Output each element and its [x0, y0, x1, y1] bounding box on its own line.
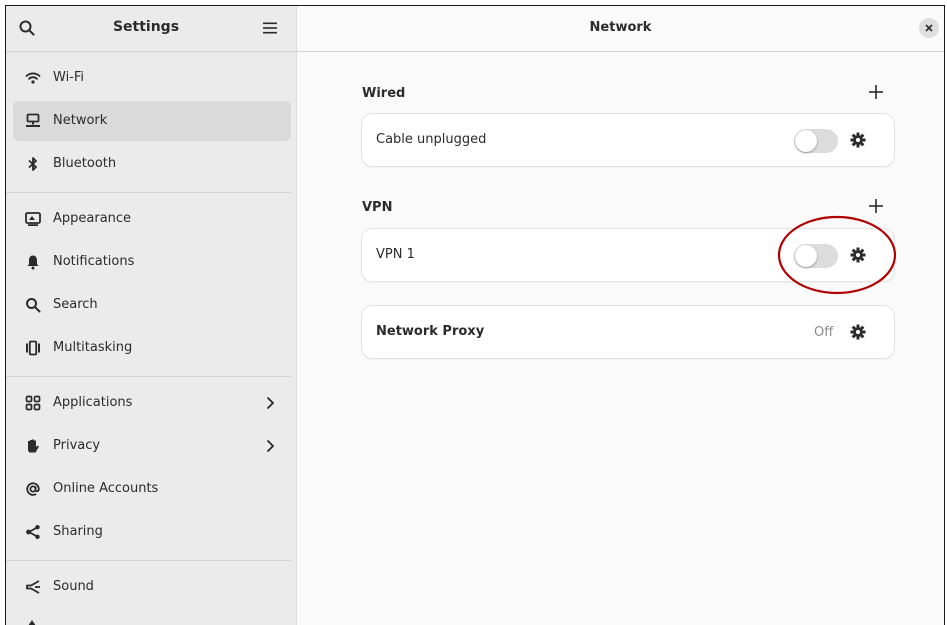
wired-toggle[interactable] — [794, 129, 838, 153]
sidebar-item-bluetooth[interactable]: Bluetooth — [13, 144, 291, 184]
sidebar-separator — [6, 376, 291, 377]
gear-icon[interactable] — [850, 324, 866, 340]
close-button[interactable] — [919, 18, 939, 38]
gear-icon[interactable] — [850, 132, 866, 148]
chevron-right-icon — [266, 439, 275, 453]
bluetooth-icon — [28, 157, 37, 171]
wired-status-label: Cable unplugged — [376, 132, 487, 147]
wired-section-title: Wired — [362, 86, 406, 101]
main-panel: Network Wired Cable unplugged VPN VPN 1 … — [297, 6, 944, 625]
sidebar-title: Settings — [112, 19, 180, 35]
sidebar-item-label: Online Accounts — [53, 481, 159, 496]
vpn-connection-row: VPN 1 — [362, 229, 894, 281]
vpn-toggle[interactable] — [794, 244, 838, 268]
sidebar-item-notifications[interactable]: Notifications — [13, 242, 291, 282]
wired-connection-row: Cable unplugged — [362, 114, 894, 166]
speaker-icon — [26, 580, 40, 594]
sidebar-item-multitasking[interactable]: Multitasking — [13, 328, 291, 368]
main-header: Network — [297, 6, 944, 52]
sidebar-item-label: Appearance — [53, 211, 132, 226]
hand-icon — [28, 439, 39, 453]
chevron-right-icon — [266, 396, 275, 410]
multitasking-icon — [26, 340, 40, 356]
sidebar-item-label: Network — [53, 113, 108, 128]
sidebar-header: Settings — [6, 6, 296, 52]
sidebar-separator — [6, 560, 291, 561]
sidebar-item-sound[interactable]: Sound — [13, 567, 291, 607]
add-vpn-button[interactable] — [866, 196, 886, 216]
toggle-knob — [795, 130, 817, 152]
power-icon — [28, 620, 36, 625]
network-icon — [26, 113, 40, 127]
sidebar-separator — [6, 192, 291, 193]
sidebar-item-wifi[interactable]: Wi-Fi — [13, 58, 291, 98]
sidebar-item-network[interactable]: Network — [13, 101, 291, 141]
sidebar-item-label: Multitasking — [53, 340, 133, 355]
network-proxy-row[interactable]: Network Proxy Off — [362, 306, 894, 358]
share-icon — [26, 525, 40, 539]
proxy-status-text: Off — [814, 325, 834, 340]
vpn-section-title: VPN — [362, 200, 393, 215]
close-icon — [925, 24, 933, 32]
sidebar-item-privacy[interactable]: Privacy — [13, 426, 291, 466]
sidebar-item-label: Notifications — [53, 254, 135, 269]
appearance-icon — [25, 212, 41, 226]
at-icon — [26, 482, 40, 496]
sidebar-item-online-accounts[interactable]: Online Accounts — [13, 469, 291, 509]
add-wired-button[interactable] — [866, 82, 886, 102]
settings-window: Settings Wi-Fi Network Bluetooth Appeara… — [5, 5, 945, 625]
sidebar-item-label: Applications — [53, 395, 133, 410]
sidebar-item-label: Sharing — [53, 524, 103, 539]
sidebar-item-label: Privacy — [53, 438, 101, 453]
bell-icon — [27, 255, 39, 270]
sidebar-item-search[interactable]: Search — [13, 285, 291, 325]
network-proxy-label: Network Proxy — [376, 324, 485, 339]
applications-icon — [25, 395, 41, 411]
wifi-icon — [25, 72, 41, 84]
sidebar-item-sharing[interactable]: Sharing — [13, 512, 291, 552]
sidebar-item-label: Wi-Fi — [53, 70, 85, 85]
sidebar-item-label: Bluetooth — [53, 156, 117, 171]
toggle-knob — [795, 245, 817, 267]
sidebar-item-label: Search — [53, 297, 98, 312]
page-title: Network — [589, 20, 652, 35]
search-icon[interactable] — [18, 19, 36, 37]
search-icon — [26, 298, 41, 313]
sidebar-item-appearance[interactable]: Appearance — [13, 199, 291, 239]
sidebar-item-applications[interactable]: Applications — [13, 383, 291, 423]
hamburger-menu-icon[interactable] — [262, 20, 278, 36]
sidebar-item-label: Sound — [53, 579, 94, 594]
vpn-name-label: VPN 1 — [376, 247, 415, 262]
gear-icon[interactable] — [850, 247, 866, 263]
sidebar: Settings Wi-Fi Network Bluetooth Appeara… — [6, 6, 297, 625]
